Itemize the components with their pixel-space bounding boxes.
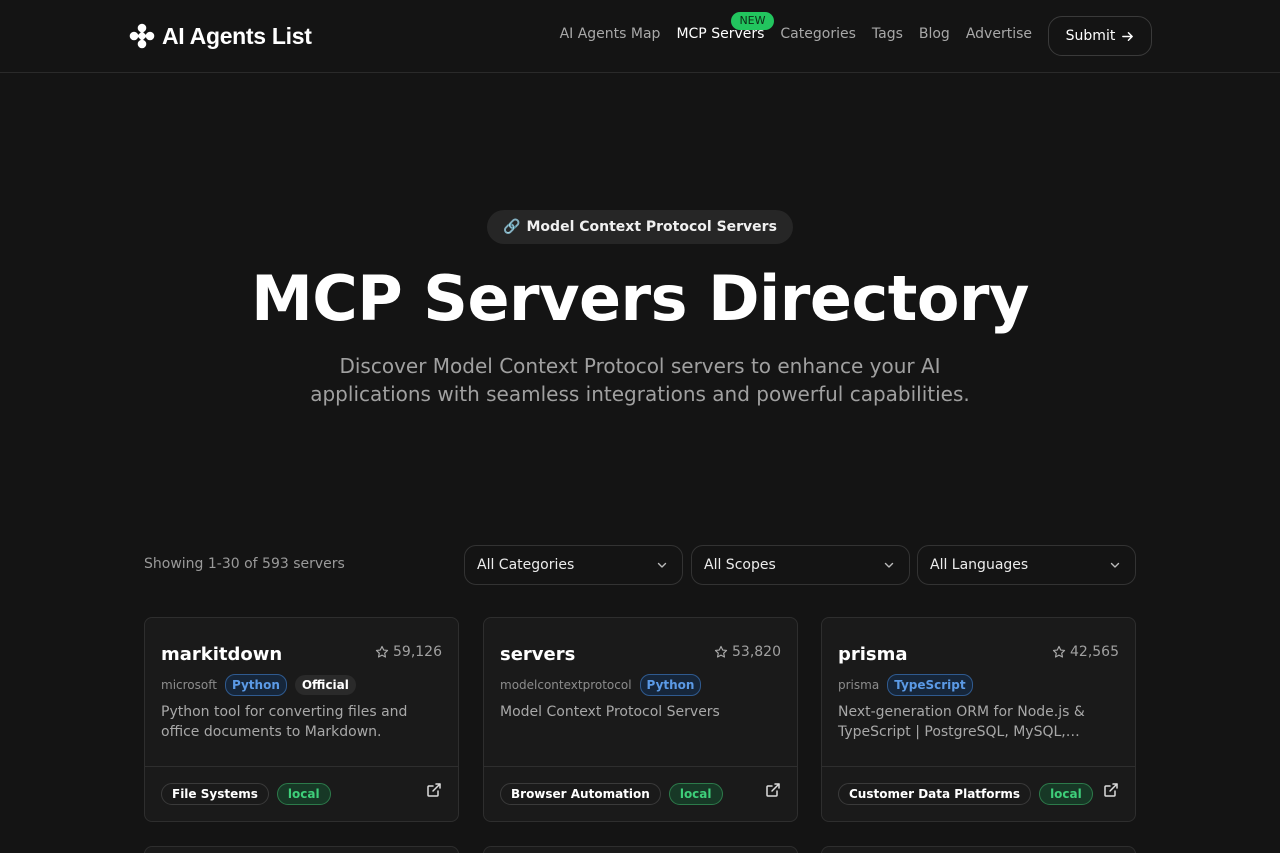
server-card-partial[interactable]: [144, 846, 459, 853]
brand-logo[interactable]: AI Agents List: [128, 21, 312, 51]
category-tag[interactable]: Browser Automation: [500, 783, 661, 805]
star-count: 59,126: [375, 644, 442, 660]
language-badge: Python: [639, 674, 702, 696]
submit-button[interactable]: Submit: [1048, 16, 1152, 56]
star-icon: [714, 645, 728, 658]
server-description: Python tool for converting files and off…: [161, 704, 408, 740]
page-subtitle: Discover Model Context Protocol servers …: [310, 354, 970, 406]
main-nav: AI Agents Map MCP Servers NEW Categories…: [560, 12, 1032, 42]
scope-tag[interactable]: local: [276, 783, 331, 805]
submit-label: Submit: [1065, 28, 1116, 44]
server-card[interactable]: servers 53,820 modelcontextprotocol Pyth…: [483, 617, 798, 822]
link-icon: 🔗: [503, 219, 521, 235]
language-select[interactable]: All Languages: [917, 545, 1136, 585]
card-meta: microsoft Python Official: [161, 674, 356, 696]
server-name[interactable]: prisma: [838, 644, 908, 665]
category-tag[interactable]: File Systems: [161, 783, 269, 805]
tag-row: Customer Data Platforms local: [838, 783, 1093, 805]
sparkle-logo-icon: [129, 23, 155, 49]
star-count-value: 59,126: [393, 644, 442, 660]
card-footer: File Systems local: [145, 766, 458, 822]
tag-row: Browser Automation local: [500, 783, 723, 805]
results-count: Showing 1-30 of 593 servers: [144, 556, 345, 572]
category-select-value: All Categories: [477, 557, 575, 573]
page-title: MCP Servers Directory: [251, 262, 1029, 335]
server-card-partial[interactable]: [821, 846, 1136, 853]
external-link-icon[interactable]: [426, 782, 442, 798]
scope-select-value: All Scopes: [704, 557, 776, 573]
official-badge: Official: [294, 675, 356, 695]
star-icon: [1052, 645, 1066, 658]
card-meta: modelcontextprotocol Python: [500, 674, 702, 696]
site-header: AI Agents List AI Agents Map MCP Servers…: [0, 0, 1280, 73]
card-body: prisma 42,565 prisma TypeScript Next-gen…: [822, 618, 1135, 767]
server-card[interactable]: markitdown 59,126 microsoft Python Offic…: [144, 617, 459, 822]
external-link-icon[interactable]: [1103, 782, 1119, 798]
server-name[interactable]: markitdown: [161, 644, 282, 665]
star-icon: [375, 645, 389, 658]
star-count: 53,820: [714, 644, 781, 660]
category-select[interactable]: All Categories: [464, 545, 683, 585]
chevron-down-icon: [1110, 562, 1120, 568]
card-body: markitdown 59,126 microsoft Python Offic…: [145, 618, 458, 767]
card-footer: Browser Automation local: [484, 766, 797, 822]
new-badge: NEW: [731, 12, 774, 30]
nav-categories[interactable]: Categories: [780, 26, 855, 42]
hero-pill: 🔗 Model Context Protocol Servers: [487, 210, 793, 244]
arrow-right-icon: [1122, 31, 1134, 41]
chevron-down-icon: [884, 562, 894, 568]
chevron-down-icon: [657, 562, 667, 568]
nav-tags[interactable]: Tags: [872, 26, 903, 42]
server-description: Next-generation ORM for Node.js & TypeSc…: [838, 704, 1085, 740]
language-select-value: All Languages: [930, 557, 1029, 573]
brand-name: AI Agents List: [162, 22, 312, 49]
external-link-icon[interactable]: [765, 782, 781, 798]
category-tag[interactable]: Customer Data Platforms: [838, 783, 1032, 805]
star-count-value: 53,820: [732, 644, 781, 660]
nav-blog[interactable]: Blog: [919, 26, 950, 42]
server-card-partial[interactable]: [483, 846, 798, 853]
card-footer: Customer Data Platforms local: [822, 766, 1135, 822]
server-name[interactable]: servers: [500, 644, 575, 665]
nav-ai-agents-map[interactable]: AI Agents Map: [560, 26, 661, 42]
card-meta: prisma TypeScript: [838, 674, 973, 696]
nav-mcp-servers[interactable]: MCP Servers NEW: [676, 12, 774, 42]
server-description: Model Context Protocol Servers: [500, 704, 720, 720]
hero-pill-label: Model Context Protocol Servers: [526, 219, 777, 235]
card-body: servers 53,820 modelcontextprotocol Pyth…: [484, 618, 797, 767]
star-count-value: 42,565: [1070, 644, 1119, 660]
scope-select[interactable]: All Scopes: [691, 545, 910, 585]
scope-tag[interactable]: local: [1039, 783, 1093, 805]
owner-name: modelcontextprotocol: [500, 678, 632, 692]
server-card[interactable]: prisma 42,565 prisma TypeScript Next-gen…: [821, 617, 1136, 822]
owner-name: microsoft: [161, 678, 217, 692]
owner-name: prisma: [838, 678, 880, 692]
language-badge: Python: [224, 674, 287, 696]
language-badge: TypeScript: [887, 674, 973, 696]
tag-row: File Systems local: [161, 783, 331, 805]
scope-tag[interactable]: local: [668, 783, 723, 805]
nav-advertise[interactable]: Advertise: [966, 26, 1032, 42]
star-count: 42,565: [1052, 644, 1119, 660]
